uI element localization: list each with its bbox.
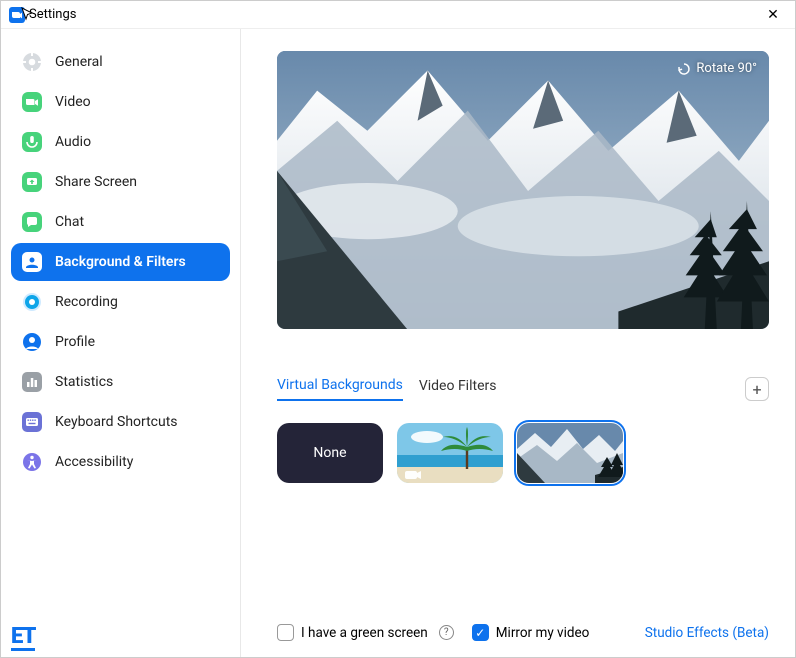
bottom-options: I have a green screen ? ✓ Mirror my vide… bbox=[277, 610, 769, 641]
background-thumbnails: None bbox=[277, 423, 769, 483]
sidebar-item-video[interactable]: Video bbox=[11, 83, 230, 121]
recording-icon bbox=[21, 291, 43, 313]
mirror-label: Mirror my video bbox=[496, 625, 590, 641]
tab-video-filters[interactable]: Video Filters bbox=[419, 378, 497, 400]
titlebar: Settings ✕ bbox=[1, 1, 795, 29]
watermark: ET bbox=[11, 626, 35, 651]
checkbox-box: ✓ bbox=[472, 624, 489, 641]
sidebar-item-label: Background & Filters bbox=[55, 254, 186, 270]
accessibility-icon bbox=[21, 451, 43, 473]
sidebar-item-recording[interactable]: Recording bbox=[11, 283, 230, 321]
sidebar-item-profile[interactable]: Profile bbox=[11, 323, 230, 361]
sidebar-item-statistics[interactable]: Statistics bbox=[11, 363, 230, 401]
sidebar-item-chat[interactable]: Chat bbox=[11, 203, 230, 241]
chat-icon bbox=[21, 211, 43, 233]
sidebar-item-label: General bbox=[55, 54, 103, 70]
mirror-video-checkbox[interactable]: ✓ Mirror my video bbox=[472, 624, 590, 641]
green-screen-label: I have a green screen bbox=[301, 625, 428, 641]
background-icon bbox=[21, 251, 43, 273]
sidebar-item-audio[interactable]: Audio bbox=[11, 123, 230, 161]
sidebar-item-label: Keyboard Shortcuts bbox=[55, 414, 178, 430]
sidebar-item-general[interactable]: General bbox=[11, 43, 230, 81]
checkbox-box bbox=[277, 624, 294, 641]
sidebar-item-accessibility[interactable]: Accessibility bbox=[11, 443, 230, 481]
studio-effects-link[interactable]: Studio Effects (Beta) bbox=[645, 625, 769, 641]
share-screen-icon bbox=[21, 171, 43, 193]
thumb-mountains[interactable] bbox=[517, 423, 623, 483]
sidebar-item-label: Chat bbox=[55, 214, 84, 230]
window-title: Settings bbox=[29, 7, 76, 22]
main-panel: Rotate 90° Virtual Backgrounds Video Fil… bbox=[241, 29, 795, 657]
sidebar-item-background-filters[interactable]: Background & Filters bbox=[11, 243, 230, 281]
sidebar-item-label: Share Screen bbox=[55, 174, 137, 190]
tab-virtual-backgrounds[interactable]: Virtual Backgrounds bbox=[277, 377, 403, 401]
sidebar-item-label: Audio bbox=[55, 134, 91, 150]
add-background-button[interactable]: + bbox=[745, 377, 769, 401]
close-button[interactable]: ✕ bbox=[759, 1, 787, 29]
sidebar-item-label: Recording bbox=[55, 294, 118, 310]
sidebar-item-keyboard-shortcuts[interactable]: Keyboard Shortcuts bbox=[11, 403, 230, 441]
profile-icon bbox=[21, 331, 43, 353]
thumb-none-label: None bbox=[313, 445, 346, 461]
sidebar-item-label: Video bbox=[55, 94, 91, 110]
settings-sidebar: General Video Audio Share Screen Chat bbox=[1, 29, 241, 657]
thumb-none[interactable]: None bbox=[277, 423, 383, 483]
sidebar-item-label: Accessibility bbox=[55, 454, 133, 470]
audio-icon bbox=[21, 131, 43, 153]
help-icon[interactable]: ? bbox=[439, 625, 454, 640]
statistics-icon bbox=[21, 371, 43, 393]
tabs-row: Virtual Backgrounds Video Filters + bbox=[277, 377, 769, 401]
zoom-app-icon bbox=[9, 7, 25, 23]
sidebar-item-share-screen[interactable]: Share Screen bbox=[11, 163, 230, 201]
rotate-icon bbox=[677, 62, 691, 76]
rotate-label: Rotate 90° bbox=[696, 61, 757, 76]
green-screen-checkbox[interactable]: I have a green screen ? bbox=[277, 624, 454, 641]
gear-icon bbox=[21, 51, 43, 73]
keyboard-icon bbox=[21, 411, 43, 433]
rotate-90-button[interactable]: Rotate 90° bbox=[677, 61, 757, 76]
thumb-beach[interactable] bbox=[397, 423, 503, 483]
sidebar-item-label: Profile bbox=[55, 334, 95, 350]
video-preview: Rotate 90° bbox=[277, 51, 769, 329]
sidebar-item-label: Statistics bbox=[55, 374, 113, 390]
video-icon bbox=[21, 91, 43, 113]
